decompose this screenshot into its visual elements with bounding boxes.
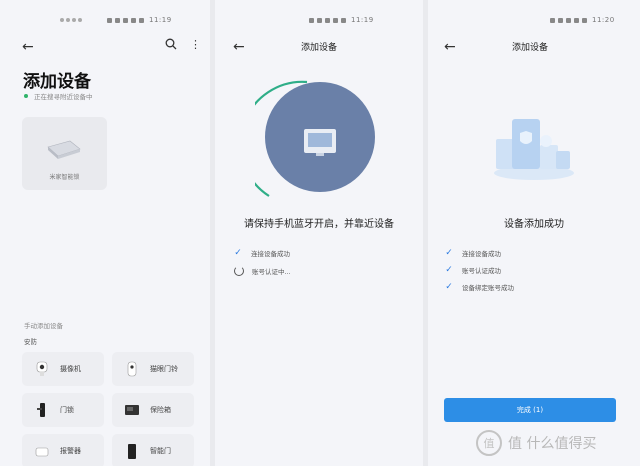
step-label: 账号认证成功 [462, 267, 501, 275]
step-connected: ✓ 连接设备成功 [444, 248, 501, 258]
scanning-status: 正在搜寻附近设备中 [24, 91, 93, 101]
step-label: 连接设备成功 [251, 250, 290, 258]
door-lock-icon [34, 402, 50, 418]
check-icon: ✓ [445, 282, 453, 292]
status-time: 11:19 [351, 16, 374, 24]
back-arrow-icon[interactable]: ← [22, 39, 34, 55]
step-bind-success: ✓ 设备绑定账号成功 [444, 282, 514, 292]
app-root: 11:19 ← ⋮ 添加设备 正在搜寻附近设备中 米家智能锁 手动添加设备 安防 [0, 0, 640, 466]
panel-connecting: 11:19 ← 添加设备 请保持手机蓝牙开启，并靠近设备 ✓ 连接设备成功 账号… [215, 0, 423, 466]
status-bar: 11:19 [60, 16, 172, 24]
tile-label: 摄像机 [60, 365, 81, 373]
back-arrow-icon[interactable]: ← [233, 39, 245, 55]
tile-alarm[interactable]: 报警器 [22, 434, 104, 466]
devices-illustration-icon [494, 119, 574, 180]
step-authenticating: 账号认证中... [234, 266, 291, 276]
tile-label: 报警器 [60, 447, 81, 455]
scanning-text: 正在搜寻附近设备中 [34, 93, 93, 101]
done-button[interactable]: 完成 (1) [444, 398, 616, 422]
manual-add-heading: 手动添加设备 [24, 322, 63, 330]
watermark: 值 值 什么值得买 [476, 430, 596, 456]
header-title: 添加设备 [512, 43, 549, 53]
alarm-icon [34, 443, 50, 459]
status-bar: 11:19 [309, 16, 374, 24]
check-icon: ✓ [445, 265, 453, 275]
watermark-logo-icon: 值 [476, 430, 502, 456]
panel-add-device-list: 11:19 ← ⋮ 添加设备 正在搜寻附近设备中 米家智能锁 手动添加设备 安防 [0, 0, 210, 466]
page-title: 添加设备 [23, 72, 91, 92]
tile-camera[interactable]: 摄像机 [22, 352, 104, 386]
tile-peephole-doorbell[interactable]: 猫眼门铃 [112, 352, 194, 386]
step-label: 设备绑定账号成功 [462, 284, 514, 292]
loading-spinner-icon [234, 266, 244, 276]
tile-label: 智能门 [150, 447, 171, 455]
success-message: 设备添加成功 [504, 219, 564, 230]
doorbell-icon [124, 361, 140, 377]
check-icon: ✓ [234, 248, 242, 258]
search-icon[interactable] [165, 38, 177, 50]
found-device-label: 米家智能锁 [49, 174, 80, 181]
tile-safe[interactable]: 保险箱 [112, 393, 194, 427]
smart-door-icon [124, 443, 140, 459]
tile-label: 保险箱 [150, 406, 171, 414]
tile-door-lock[interactable]: 门锁 [22, 393, 104, 427]
tile-smart-door[interactable]: 智能门 [112, 434, 194, 466]
tile-label: 猫眼门铃 [150, 365, 178, 373]
status-bar: 11:20 [550, 16, 615, 24]
check-icon: ✓ [445, 248, 453, 258]
header-title: 添加设备 [301, 43, 338, 53]
back-arrow-icon[interactable]: ← [444, 39, 456, 55]
step-auth-success: ✓ 账号认证成功 [444, 265, 501, 275]
category-label: 安防 [24, 338, 37, 346]
step-label: 连接设备成功 [462, 250, 501, 258]
lock-device-icon [47, 140, 81, 159]
scanning-indicator-icon [24, 94, 28, 98]
device-screen-icon [304, 129, 336, 156]
safe-icon [124, 402, 140, 418]
found-device-card[interactable]: 米家智能锁 [22, 117, 107, 190]
more-icon[interactable]: ⋮ [190, 38, 201, 51]
connecting-message: 请保持手机蓝牙开启，并靠近设备 [244, 219, 394, 230]
camera-icon [34, 361, 50, 377]
status-time: 11:19 [149, 16, 172, 24]
panel-success: 11:20 ← 添加设备 设备添加成功 ✓ 连接设备成功 ✓ 账号认证成功 ✓ … [428, 0, 640, 466]
watermark-text: 值 什么值得买 [508, 436, 597, 452]
tile-label: 门锁 [60, 406, 74, 414]
status-time: 11:20 [592, 16, 615, 24]
step-connected: ✓ 连接设备成功 [233, 248, 290, 258]
step-label: 账号认证中... [252, 268, 291, 276]
